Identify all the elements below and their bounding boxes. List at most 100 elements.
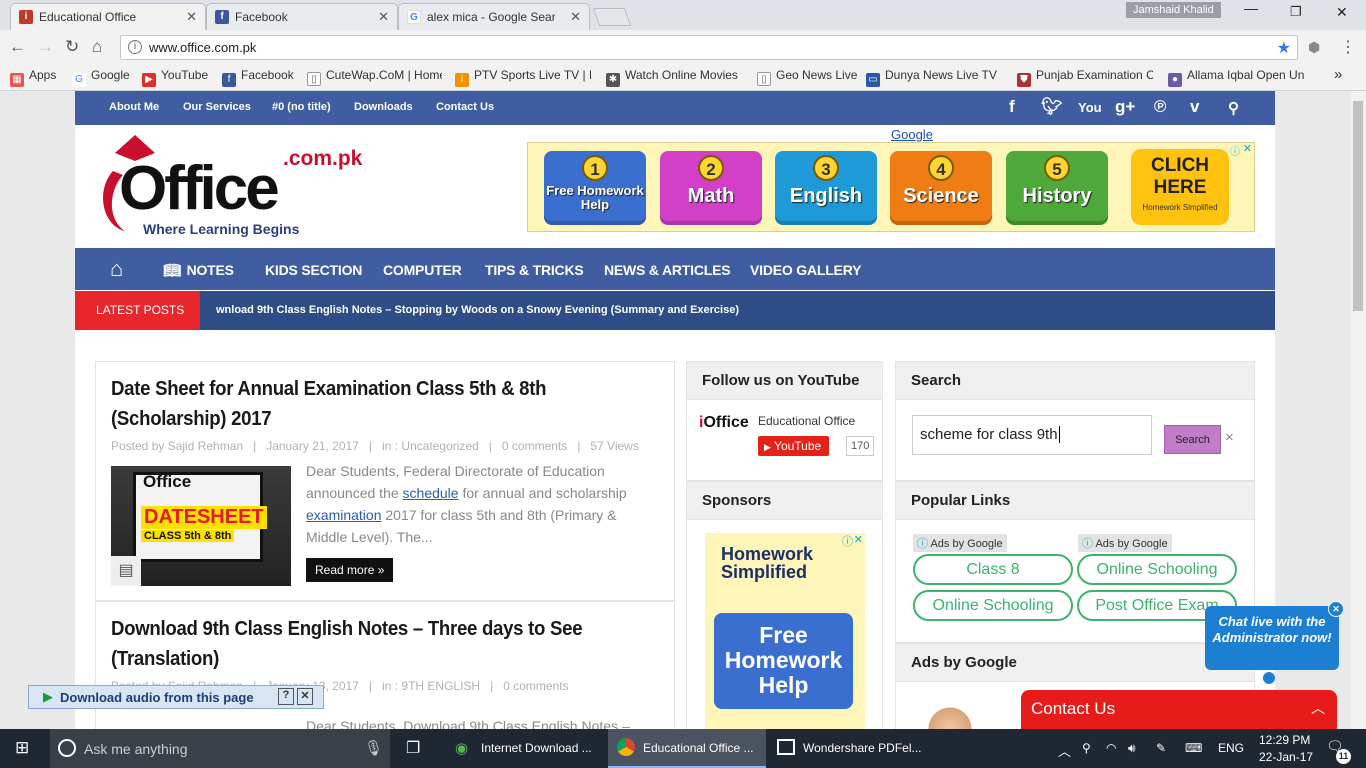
ads-by-google-label[interactable]: ⓘ Ads by Google xyxy=(913,534,1007,552)
ad-close-icon[interactable]: ✕ xyxy=(1243,142,1252,155)
nav-video-gallery[interactable]: VIDEO GALLERY xyxy=(750,262,861,278)
bookmark-punjab-exam[interactable]: ⛊ Punjab Examination C xyxy=(1017,68,1153,87)
post-title[interactable]: Date Sheet for Annual Examination Class … xyxy=(111,374,547,434)
taskbar-app-chrome[interactable]: Educational Office ... xyxy=(608,729,766,768)
bookmark-aiou[interactable]: ● Allama Iqbal Open Un xyxy=(1168,68,1306,87)
twitter-icon[interactable]: 🐦︎ xyxy=(1041,97,1063,117)
windows-start-icon[interactable]: ⊞ xyxy=(15,729,29,768)
close-tab-icon[interactable]: ✕ xyxy=(186,9,197,25)
bookmarks-more-icon[interactable]: » xyxy=(1334,66,1342,83)
reload-icon[interactable]: ↻ xyxy=(65,37,79,57)
pen-icon[interactable]: ✎ xyxy=(1156,729,1166,768)
link-online-schooling-left[interactable]: Online Schooling xyxy=(913,590,1073,621)
top-link-no-title[interactable]: #0 (no title) xyxy=(272,101,331,113)
post-thumbnail[interactable]: Office DATESHEET CLASS 5th & 8th ▤ xyxy=(111,466,291,586)
keyboard-icon[interactable]: ⌨ xyxy=(1185,729,1202,768)
nav-tips-tricks[interactable]: TIPS & TRICKS xyxy=(485,262,584,278)
home-icon[interactable]: ⌂ xyxy=(110,256,123,282)
download-audio-bar[interactable]: ▶ Download audio from this page ? ✕ xyxy=(28,685,324,709)
menu-icon[interactable]: ⋮ xyxy=(1340,37,1356,57)
schedule-link[interactable]: schedule xyxy=(403,485,459,501)
pinterest-icon[interactable]: ℗ xyxy=(1154,97,1167,117)
ad-tile-math[interactable]: 2 Math xyxy=(660,151,762,225)
close-tab-icon[interactable]: ✕ xyxy=(378,9,389,25)
latest-post-ticker[interactable]: wnload 9th Class English Notes – Stoppin… xyxy=(216,304,739,316)
help-icon[interactable]: ? xyxy=(278,688,294,705)
close-icon[interactable]: ✕ xyxy=(297,688,313,705)
link-online-schooling-right[interactable]: Online Schooling xyxy=(1077,554,1237,585)
facebook-icon[interactable]: f xyxy=(1009,97,1015,117)
site-logo[interactable]: Office .com.pk Where Learning Begins xyxy=(95,131,365,246)
post-title[interactable]: Download 9th Class English Notes – Three… xyxy=(111,614,583,674)
channel-logo[interactable]: iOffice xyxy=(699,414,749,432)
clock-date[interactable]: 22-Jan-17 xyxy=(1259,729,1313,768)
clear-search-icon[interactable]: × xyxy=(1225,429,1234,446)
vimeo-icon[interactable]: v xyxy=(1190,97,1199,117)
microphone-icon[interactable]: 🎙︎ xyxy=(364,739,383,757)
bookmark-cutewap[interactable]: ▯ CuteWap.CoM | Home xyxy=(307,68,442,86)
search-button[interactable]: Search xyxy=(1164,425,1221,454)
bookmark-dunya-news[interactable]: ▭ Dunya News Live TV xyxy=(866,68,1002,87)
bookmark-youtube[interactable]: ▶ YouTube xyxy=(142,68,208,87)
extension-icon[interactable]: ⬢ xyxy=(1308,39,1320,56)
ad-tile-english[interactable]: 3 English xyxy=(775,151,877,225)
show-hidden-icons[interactable]: ︿ xyxy=(1058,729,1071,768)
nav-notes[interactable]: 📖︎ NOTES xyxy=(163,262,234,279)
back-arrow-icon[interactable]: ← xyxy=(9,37,26,57)
bookmark-star-icon[interactable]: ★ xyxy=(1277,38,1291,58)
home-icon[interactable]: ⌂ xyxy=(92,37,102,57)
restore-icon[interactable]: ❐ xyxy=(1290,4,1302,20)
new-tab-button[interactable] xyxy=(592,8,632,26)
contact-us-bar[interactable]: Contact Us ︿ xyxy=(1021,690,1337,729)
tab-facebook[interactable]: f Facebook ✕ xyxy=(206,3,398,30)
download-audio-label[interactable]: Download audio from this page xyxy=(60,690,254,705)
address-bar[interactable]: i www.office.com.pk ★ xyxy=(120,35,1298,60)
nav-computer[interactable]: COMPUTER xyxy=(383,262,462,278)
info-icon[interactable]: i xyxy=(128,40,142,54)
bookmark-watch-movies[interactable]: ✱ Watch Online Movies xyxy=(606,68,738,87)
examination-link[interactable]: examination xyxy=(306,507,382,523)
nav-kids-section[interactable]: KIDS SECTION xyxy=(265,262,362,278)
top-link-downloads[interactable]: Downloads xyxy=(354,101,413,113)
search-icon[interactable]: ⚲ xyxy=(1228,99,1239,117)
bookmark-apps[interactable]: ▦ Apps xyxy=(10,68,56,87)
bookmark-geo-news[interactable]: ▯ Geo News Live xyxy=(757,68,857,86)
ad-tile-science[interactable]: 4 Science xyxy=(890,151,992,225)
scrollbar-thumb[interactable] xyxy=(1353,101,1363,311)
channel-name[interactable]: Educational Office xyxy=(758,414,855,428)
youtube-subscribe-button[interactable]: ▶ YouTube xyxy=(758,436,830,456)
task-view-icon[interactable]: ❐ xyxy=(406,729,420,768)
sponsor-cta-button[interactable]: Free Homework Help xyxy=(714,613,853,709)
top-link-contact[interactable]: Contact Us xyxy=(436,101,494,113)
google-plus-icon[interactable]: g+ xyxy=(1115,97,1135,117)
bookmark-google[interactable]: G Google xyxy=(72,68,130,87)
volume-icon[interactable]: 🔊︎ xyxy=(1128,729,1136,768)
ad-tile-history[interactable]: 5 History xyxy=(1006,151,1108,225)
nav-news-articles[interactable]: NEWS & ARTICLES xyxy=(604,262,731,278)
ad-close-icon[interactable]: ✕ xyxy=(854,533,863,546)
ad-tile-free-homework[interactable]: 1 Free Homework Help xyxy=(544,151,646,225)
ad-photo[interactable] xyxy=(910,694,990,729)
chevron-up-icon[interactable]: ︿ xyxy=(1311,698,1325,718)
taskbar-app-idm[interactable]: ◉ Internet Download ... xyxy=(446,729,604,768)
profile-name[interactable]: Jamshaid Khalid xyxy=(1126,2,1221,18)
google-ad-link[interactable]: Google xyxy=(891,127,933,142)
bookmark-ptv-sports[interactable]: i PTV Sports Live TV | P xyxy=(455,68,591,87)
tab-educational-office[interactable]: i Educational Office ✕ xyxy=(10,3,206,30)
minimize-icon[interactable]: — xyxy=(1244,0,1258,16)
network-icon[interactable]: ⚲ xyxy=(1082,729,1091,768)
top-link-about[interactable]: About Me xyxy=(109,101,159,113)
read-more-button[interactable]: Read more » xyxy=(306,558,394,582)
bookmark-facebook[interactable]: f Facebook xyxy=(222,68,294,87)
wifi-icon[interactable]: ◠ xyxy=(1106,729,1116,768)
close-chat-icon[interactable]: ✕ xyxy=(1328,601,1344,617)
cortana-search-box[interactable]: Ask me anything 🎙︎ xyxy=(50,729,390,768)
close-tab-icon[interactable]: ✕ xyxy=(570,9,581,25)
youtube-icon[interactable]: You xyxy=(1078,100,1102,115)
adchoices-icon[interactable]: ⓘ xyxy=(1230,143,1240,158)
language-indicator[interactable]: ENG xyxy=(1218,729,1244,768)
close-window-icon[interactable]: ✕ xyxy=(1336,4,1348,21)
taskbar-app-wondershare[interactable]: Wondershare PDFel... xyxy=(768,729,926,768)
top-link-services[interactable]: Our Services xyxy=(183,101,251,113)
tab-google-search[interactable]: G alex mica - Google Searc ✕ xyxy=(398,3,590,30)
